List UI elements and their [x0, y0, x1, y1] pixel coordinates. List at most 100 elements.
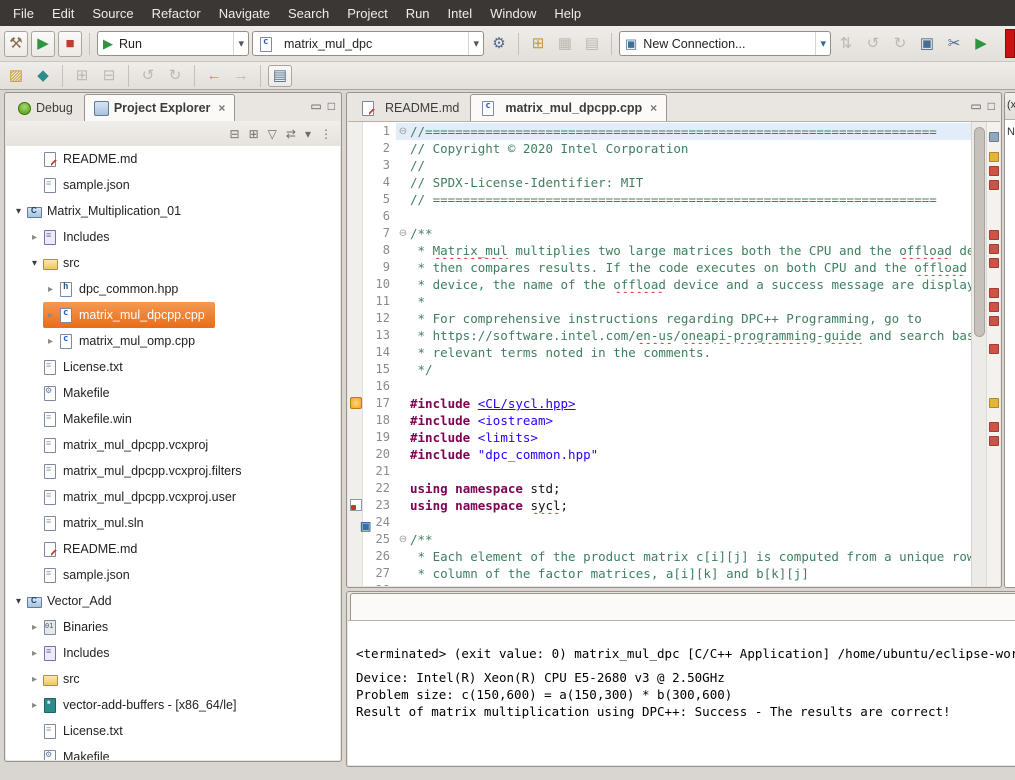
- open-resource-button[interactable]: ▨: [4, 65, 28, 87]
- close-icon[interactable]: ×: [650, 101, 657, 115]
- code-line[interactable]: 8 * Matrix_mul multiplies two large matr…: [362, 242, 972, 259]
- minimized-view-tab[interactable]: (x: [1005, 93, 1015, 119]
- code-line[interactable]: 20#include "dpc_common.hpp": [362, 446, 972, 463]
- annotation-mark[interactable]: [989, 132, 999, 142]
- collapse-button[interactable]: ⊟: [97, 65, 121, 87]
- tree-item[interactable]: License.txt: [6, 718, 340, 744]
- menu-source[interactable]: Source: [83, 0, 142, 26]
- fold-minus-icon[interactable]: ⊖: [396, 123, 410, 140]
- expand-button[interactable]: ⊞: [70, 65, 94, 87]
- forward-button[interactable]: →: [229, 65, 253, 87]
- code-line[interactable]: 17#include <CL/sycl.hpp>: [362, 395, 972, 412]
- launch-config-dropdown[interactable]: ▶ Run ▾: [97, 31, 249, 56]
- scrollbar-thumb[interactable]: [974, 127, 985, 337]
- code-line[interactable]: 4// SPDX-License-Identifier: MIT: [362, 174, 972, 191]
- tree-item[interactable]: License.txt: [6, 354, 340, 380]
- code-line[interactable]: 18#include <iostream>: [362, 412, 972, 429]
- collapse-arrow-icon[interactable]: ▾: [11, 206, 26, 217]
- menu-search[interactable]: Search: [279, 0, 338, 26]
- launch-target-dropdown[interactable]: matrix_mul_dpc ▾: [252, 31, 484, 56]
- collapse-arrow-icon[interactable]: ▾: [11, 596, 26, 607]
- code-line[interactable]: 16: [362, 378, 972, 395]
- code-line[interactable]: 10 * device, the name of the offload dev…: [362, 276, 972, 293]
- tree-item[interactable]: README.md: [6, 146, 340, 172]
- tree-item[interactable]: matrix_mul_dpcpp.vcxproj: [6, 432, 340, 458]
- editor-tab-readme.md[interactable]: README.md: [350, 94, 469, 121]
- tree-item[interactable]: ▸Binaries: [6, 614, 340, 640]
- expand-arrow-icon[interactable]: ▸: [43, 284, 58, 295]
- annotation-mark[interactable]: [989, 316, 999, 326]
- code-line[interactable]: 11 *: [362, 293, 972, 310]
- collapse-all-icon[interactable]: ⊟: [230, 127, 240, 141]
- step-into-button[interactable]: ↺: [861, 31, 885, 57]
- tree-item[interactable]: ▸dpc_common.hpp: [6, 276, 340, 302]
- expand-arrow-icon[interactable]: ▸: [43, 336, 58, 347]
- step-over-button[interactable]: ↻: [888, 31, 912, 57]
- editor-tab-matrix_mul_dpcpp.cpp[interactable]: matrix_mul_dpcpp.cpp×: [470, 94, 667, 121]
- run-last-button[interactable]: ▶: [969, 31, 993, 57]
- expand-arrow-icon[interactable]: ▸: [27, 674, 42, 685]
- new-element-button[interactable]: ◆: [31, 65, 55, 87]
- build-button[interactable]: ⚒: [4, 31, 28, 57]
- code-line[interactable]: 1⊖//====================================…: [362, 123, 972, 140]
- menu-project[interactable]: Project: [338, 0, 396, 26]
- tree-item[interactable]: sample.json: [6, 562, 340, 588]
- minimize-icon[interactable]: ▭: [310, 99, 321, 113]
- annotation-mark[interactable]: [989, 180, 999, 190]
- connection-dropdown[interactable]: ▣ New Connection... ▾: [619, 31, 831, 56]
- tree-item[interactable]: matrix_mul_dpcpp.vcxproj.filters: [6, 458, 340, 484]
- tree-item[interactable]: ▸matrix_mul_dpcpp.cpp: [6, 302, 340, 328]
- tree-item[interactable]: ▾src: [6, 250, 340, 276]
- back-button[interactable]: ←: [202, 65, 226, 87]
- menu-edit[interactable]: Edit: [43, 0, 83, 26]
- annotation-mark[interactable]: [989, 230, 999, 240]
- minimize-icon[interactable]: ▭: [970, 99, 981, 113]
- annotation-mark[interactable]: [989, 258, 999, 268]
- tree-item[interactable]: Makefile.win: [6, 406, 340, 432]
- code-line[interactable]: 3//: [362, 157, 972, 174]
- spelling-marker-icon[interactable]: [350, 499, 362, 511]
- code-line[interactable]: 5// ====================================…: [362, 191, 972, 208]
- launch-settings-button[interactable]: ⚙: [487, 31, 511, 57]
- code-line[interactable]: 9 * then compares results. If the code e…: [362, 259, 972, 276]
- menu-navigate[interactable]: Navigate: [210, 0, 279, 26]
- tree-item[interactable]: matrix_mul.sln: [6, 510, 340, 536]
- code-line[interactable]: 7⊖/**: [362, 225, 972, 242]
- menu-refactor[interactable]: Refactor: [143, 0, 210, 26]
- tree-item[interactable]: ▾Matrix_Multiplication_01: [6, 198, 340, 224]
- stop-button[interactable]: ■: [58, 31, 82, 57]
- code-line[interactable]: 14 * relevant terms noted in the comment…: [362, 344, 972, 361]
- marker-column[interactable]: [348, 122, 363, 586]
- code-line[interactable]: 21: [362, 463, 972, 480]
- connection-sort-button[interactable]: ⇅: [834, 31, 858, 57]
- save-all-button[interactable]: ▤: [580, 31, 604, 57]
- annotation-mark[interactable]: [989, 422, 999, 432]
- code-line[interactable]: 15 */: [362, 361, 972, 378]
- annotation-mark[interactable]: [989, 288, 999, 298]
- code-line[interactable]: 19#include <limits>: [362, 429, 972, 446]
- tree-item[interactable]: Makefile: [6, 744, 340, 760]
- console-body[interactable]: <terminated> (exit value: 0) matrix_mul_…: [348, 620, 1015, 765]
- tree-item[interactable]: ▸Includes: [6, 224, 340, 250]
- tree-item[interactable]: sample.json: [6, 172, 340, 198]
- console-tab-console[interactable]: ▣Console×: [350, 593, 1015, 620]
- expand-arrow-icon[interactable]: ▸: [27, 622, 42, 633]
- redo-button[interactable]: ↻: [163, 65, 187, 87]
- tab-debug[interactable]: Debug: [8, 94, 83, 121]
- overview-ruler[interactable]: [986, 122, 1000, 586]
- tree-item[interactable]: ▸matrix_mul_omp.cpp: [6, 328, 340, 354]
- tree-item[interactable]: README.md: [6, 536, 340, 562]
- chevron-down-icon[interactable]: ▾: [468, 32, 483, 55]
- expand-arrow-icon[interactable]: ▸: [27, 700, 42, 711]
- show-view-button[interactable]: ▣: [915, 31, 939, 57]
- run-button[interactable]: ▶: [31, 31, 55, 57]
- expand-arrow-icon[interactable]: ▸: [27, 232, 42, 243]
- chevron-down-icon[interactable]: ▾: [815, 32, 830, 55]
- menu-help[interactable]: Help: [545, 0, 590, 26]
- code-lines[interactable]: 1⊖//====================================…: [362, 123, 972, 586]
- undo-button[interactable]: ↺: [136, 65, 160, 87]
- new-wizard-button[interactable]: ⊞: [526, 31, 550, 57]
- close-icon[interactable]: ×: [218, 101, 225, 115]
- link-with-editor-icon[interactable]: ⇄: [286, 127, 296, 141]
- save-button[interactable]: ▦: [553, 31, 577, 57]
